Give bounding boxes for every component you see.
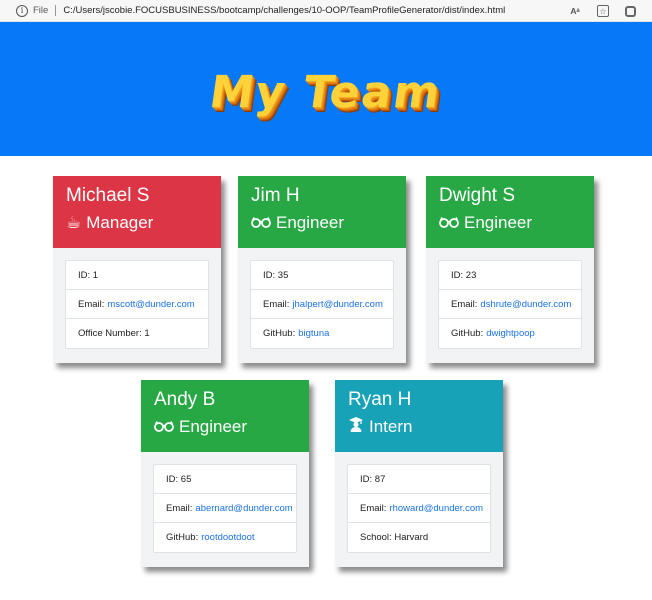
email-item: Email: dshrute@dunder.com [439, 290, 581, 319]
employee-name: Ryan H [348, 389, 412, 410]
email-item: Email: rhoward@dunder.com [348, 494, 490, 523]
github-link[interactable]: rootdootdoot [201, 532, 254, 543]
id-item: ID: 23 [439, 261, 581, 290]
email-link[interactable]: jhalpert@dunder.com [292, 299, 382, 310]
employee-name: Michael S [66, 185, 150, 206]
favorite-icon[interactable]: ☆ [597, 5, 609, 17]
glasses-icon [439, 212, 459, 234]
employee-card-jim: Jim H Engineer ID: 35 Email: jhalpert@dun… [238, 176, 406, 363]
read-aloud-icon[interactable]: Aᵃ [569, 5, 581, 17]
github-item: GitHub: bigtuna [263, 328, 330, 339]
info-list: ID: 1 Email: mscott@dunder.com Office Num… [65, 260, 209, 349]
github-item: GitHub: rootdootdoot [166, 532, 255, 543]
employee-name: Jim H [251, 185, 300, 206]
email-link[interactable]: mscott@dunder.com [107, 299, 194, 310]
card-header: Dwight S Engineer [426, 176, 594, 248]
browser-tools: Aᵃ ☆ [569, 0, 652, 22]
role-label: Engineer [464, 213, 533, 232]
browser-address-bar: i File C:/Users/jscobie.FOCUSBUSINESS/bo… [0, 0, 652, 22]
id-value: 35 [277, 269, 289, 281]
card-body: ID: 65 Email: abernard@dunder.com GitHub:… [141, 452, 309, 567]
info-list: ID: 87 Email: rhoward@dunder.com School: … [347, 464, 491, 553]
id-item: ID: 65 [154, 465, 296, 494]
employee-name: Andy B [154, 389, 216, 410]
employee-role: Engineer [154, 416, 309, 438]
email-link[interactable]: dshrute@dunder.com [480, 299, 571, 310]
role-label: Engineer [276, 213, 345, 232]
card-header: Jim H Engineer [238, 176, 406, 248]
card-header: Andy B Engineer [141, 380, 309, 452]
info-list: ID: 35 Email: jhalpert@dunder.com GitHub:… [250, 260, 394, 349]
employee-card-ryan: Ryan H Intern ID: 87 Email: rhoward@dunde… [335, 380, 503, 567]
email-item: Email: abernard@dunder.com [154, 494, 296, 523]
office-number-item: Office Number: 1 [78, 328, 150, 339]
card-body: ID: 35 Email: jhalpert@dunder.com GitHub:… [238, 248, 406, 363]
email-item: Email: jhalpert@dunder.com [251, 290, 393, 319]
extensions-icon[interactable] [625, 5, 636, 17]
id-value: 87 [374, 473, 386, 485]
email-link[interactable]: rhoward@dunder.com [389, 503, 483, 514]
school-value: Harvard [394, 532, 429, 543]
page-title: My Team [206, 66, 446, 118]
github-link[interactable]: bigtuna [298, 328, 329, 339]
site-info-icon[interactable]: i [16, 4, 28, 17]
id-value: 23 [465, 269, 477, 281]
id-item: ID: 1 [66, 261, 208, 290]
card-header: Ryan H Intern [335, 380, 503, 452]
github-link[interactable]: dwightpoop [486, 328, 535, 339]
card-body: ID: 1 Email: mscott@dunder.com Office Num… [53, 248, 221, 363]
employee-role: Engineer [251, 212, 406, 234]
id-item: ID: 35 [251, 261, 393, 290]
role-label: Manager [86, 213, 154, 232]
email-link[interactable]: abernard@dunder.com [195, 503, 292, 514]
employee-card-michael: Michael S ☕ Manager ID: 1 Email: mscott@d… [53, 176, 221, 363]
card-header: Michael S ☕ Manager [53, 176, 221, 248]
card-body: ID: 87 Email: rhoward@dunder.com School: … [335, 452, 503, 567]
employee-role: Intern [348, 416, 503, 438]
github-item: GitHub: dwightpoop [451, 328, 535, 339]
role-label: Engineer [179, 417, 248, 436]
office-number-value: 1 [144, 328, 150, 339]
id-value: 1 [92, 269, 99, 281]
employee-card-dwight: Dwight S Engineer ID: 23 Email: dshrute@d… [426, 176, 594, 363]
employee-name: Dwight S [439, 185, 516, 206]
glasses-icon [251, 212, 271, 234]
role-label: Intern [369, 417, 413, 436]
team-header: My Team [0, 22, 652, 156]
file-label: File [33, 5, 49, 16]
employee-role: ☕ Manager [66, 212, 221, 234]
email-item: Email: mscott@dunder.com [66, 290, 208, 319]
divider [55, 5, 57, 16]
id-item: ID: 87 [348, 465, 490, 494]
glasses-icon [154, 416, 174, 438]
card-body: ID: 23 Email: dshrute@dunder.com GitHub: d… [426, 248, 594, 363]
school-item: School: Harvard [360, 532, 429, 543]
employee-card-andy: Andy B Engineer ID: 65 Email: abernard@du… [141, 380, 309, 567]
url-field[interactable]: C:/Users/jscobie.FOCUSBUSINESS/bootcamp/… [63, 5, 505, 16]
info-list: ID: 23 Email: dshrute@dunder.com GitHub: d… [438, 260, 582, 349]
graduate-icon [348, 416, 364, 438]
id-value: 65 [180, 473, 192, 485]
coffee-icon: ☕ [66, 213, 82, 233]
info-list: ID: 65 Email: abernard@dunder.com GitHub:… [153, 464, 297, 553]
employee-role: Engineer [439, 212, 594, 234]
